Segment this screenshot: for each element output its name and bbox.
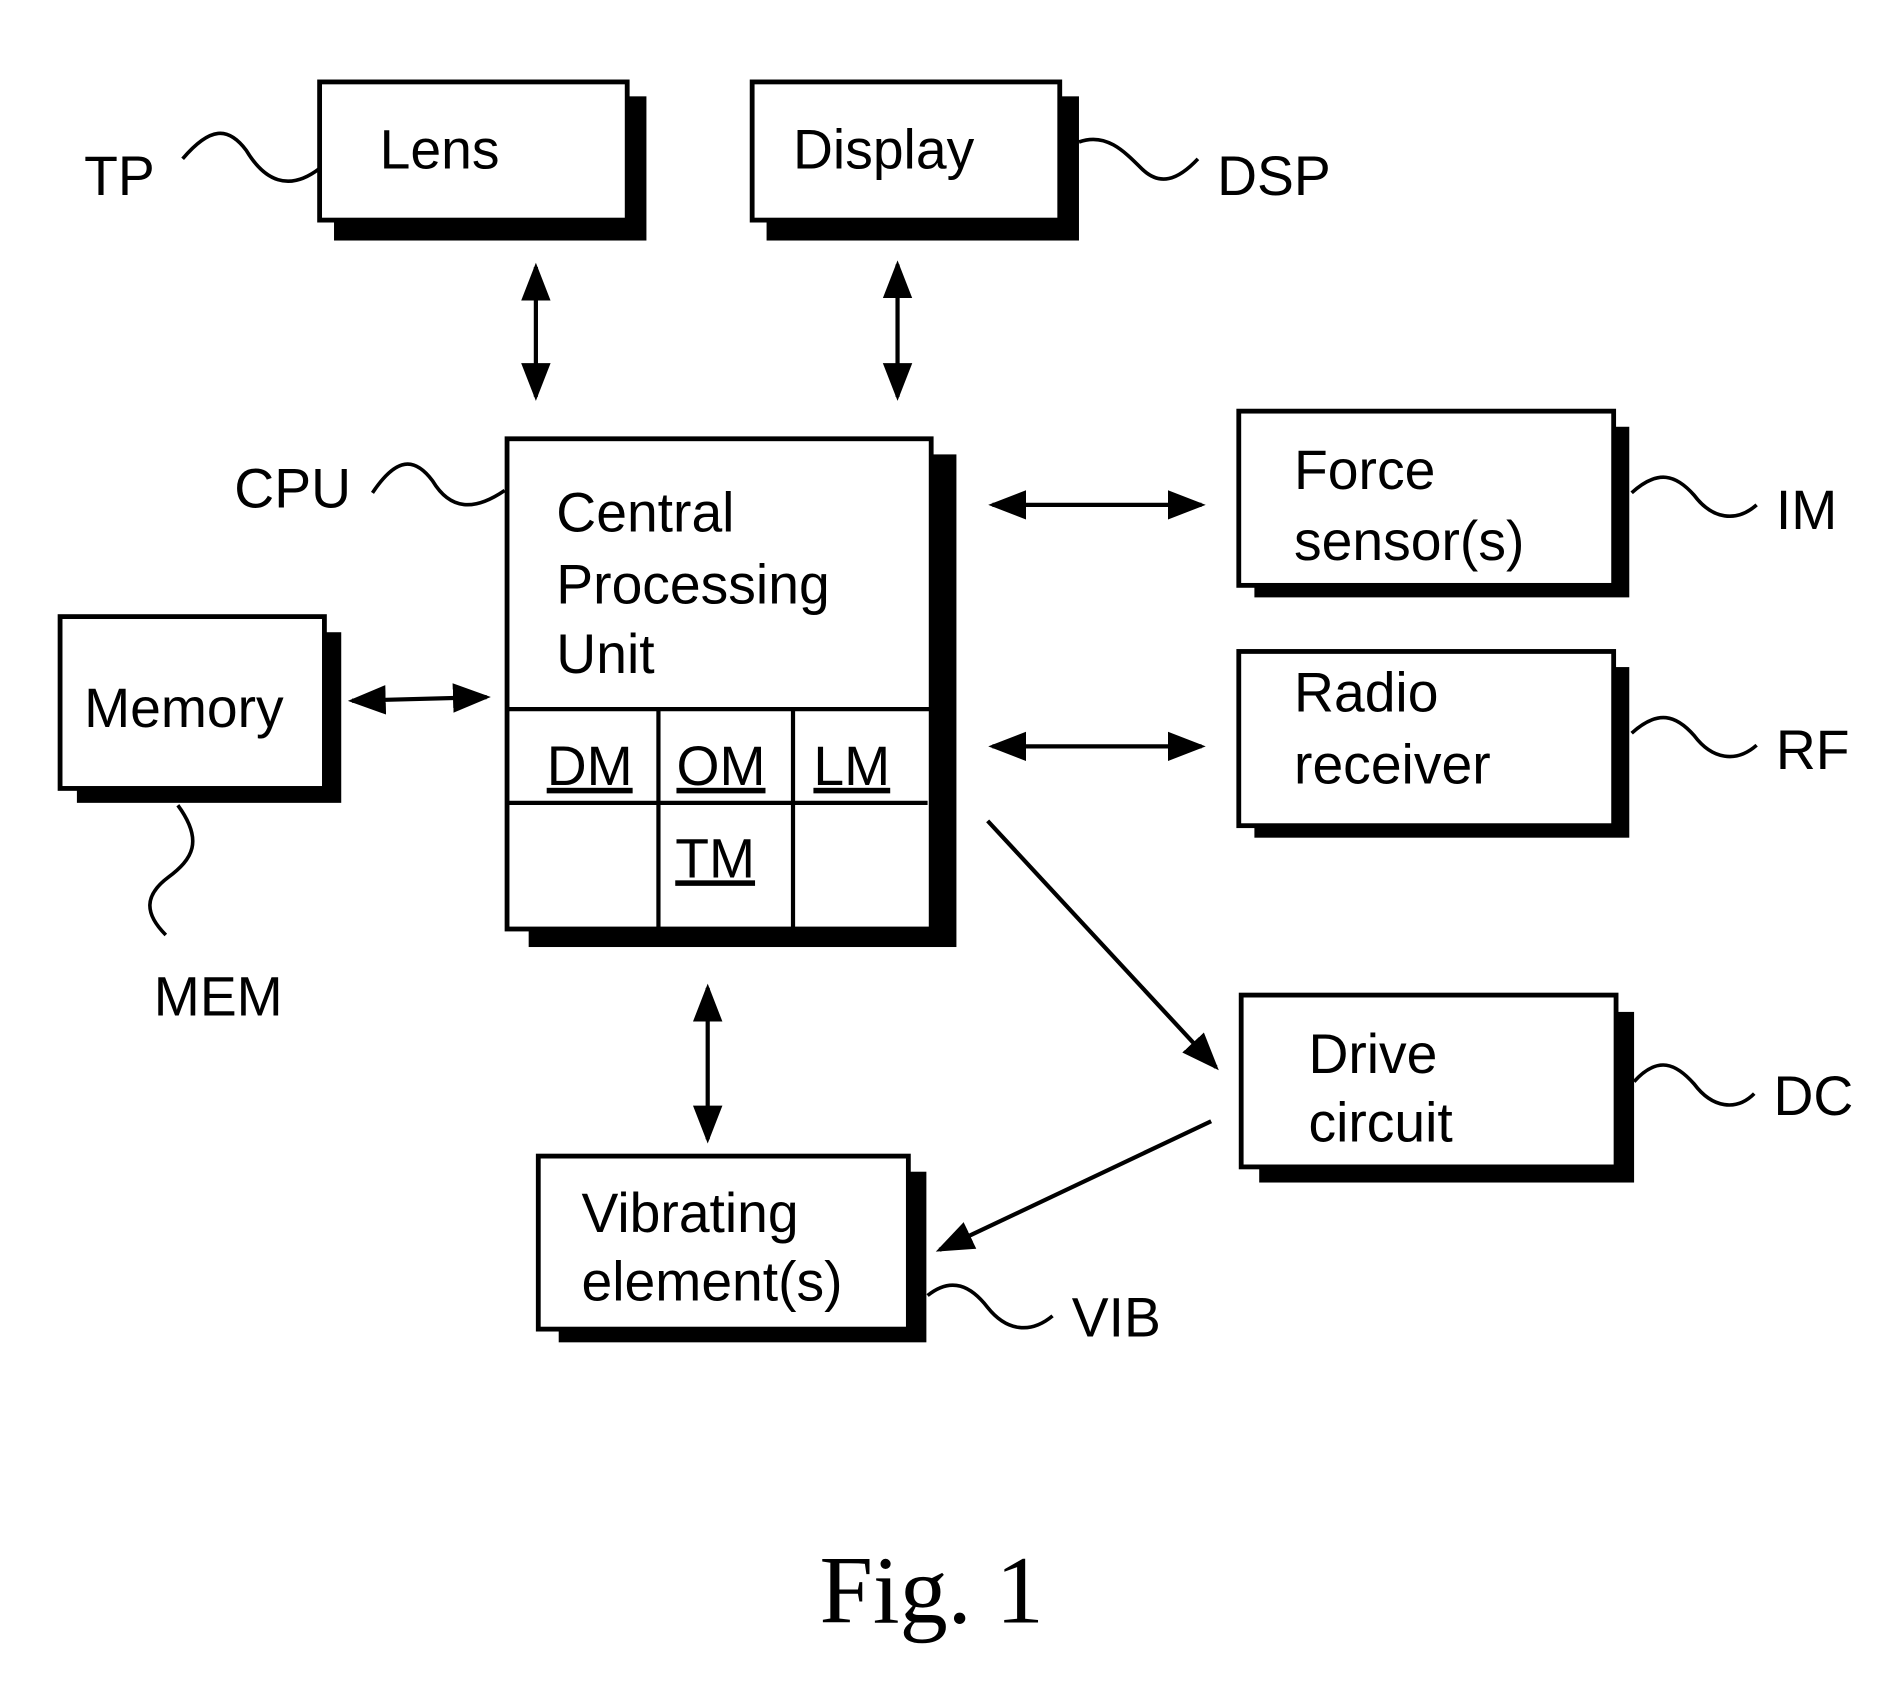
force-label-line2: sensor(s) [1294, 510, 1524, 572]
lens-block: Lens [317, 79, 647, 241]
tp-leader [181, 131, 321, 184]
cpu-ref: CPU [234, 457, 351, 519]
drive-label-line1: Drive [1308, 1023, 1437, 1085]
radio-label-line1: Radio [1294, 662, 1438, 724]
radio-label-line2: receiver [1294, 734, 1491, 796]
drive-circuit-block: Drive circuit [1238, 992, 1635, 1183]
vib-label-line1: Vibrating [582, 1182, 799, 1244]
dsp-leader [1078, 137, 1200, 181]
dm-module: DM [547, 735, 633, 797]
mem-leader [148, 804, 195, 937]
cpu-leader [370, 462, 506, 507]
drive-label-line2: circuit [1308, 1092, 1452, 1154]
im-ref: IM [1776, 479, 1837, 541]
lm-module: LM [813, 735, 890, 797]
figure-caption: Fig. 1 [819, 1536, 1043, 1643]
vib-ref: VIB [1072, 1286, 1161, 1348]
display-label: Display [793, 118, 975, 180]
block-diagram: Lens TP Display DSP Central Processing U… [57, 79, 1853, 1643]
drive-vib-arrow [935, 1119, 1213, 1252]
vib-leader [926, 1283, 1054, 1330]
dsp-ref: DSP [1217, 145, 1331, 207]
dc-ref: DC [1773, 1065, 1853, 1127]
memory-label: Memory [84, 677, 284, 739]
om-module: OM [676, 735, 765, 797]
tp-ref: TP [84, 145, 155, 207]
rf-leader [1630, 715, 1758, 759]
mem-ref: MEM [154, 966, 283, 1028]
display-block: Display [749, 79, 1079, 241]
cpu-drive-arrow [986, 819, 1219, 1071]
dc-leader [1632, 1063, 1756, 1107]
vibrating-element-block: Vibrating element(s) [535, 1153, 927, 1343]
rf-ref: RF [1776, 719, 1850, 781]
memory-cpu-arrow [347, 683, 491, 715]
im-leader [1630, 475, 1758, 518]
cpu-label-line2: Processing [556, 553, 829, 615]
radio-receiver-block: Radio receiver [1236, 649, 1630, 838]
cpu-label-line3: Unit [556, 623, 654, 685]
force-label-line1: Force [1294, 439, 1435, 501]
memory-block: Memory [57, 614, 342, 803]
lens-label: Lens [380, 118, 500, 180]
tm-module: TM [675, 827, 755, 889]
cpu-block: Central Processing Unit DM OM LM TM [504, 436, 957, 948]
force-sensor-block: Force sensor(s) [1236, 408, 1630, 598]
vib-label-line2: element(s) [582, 1250, 843, 1312]
cpu-label-line1: Central [556, 481, 734, 543]
